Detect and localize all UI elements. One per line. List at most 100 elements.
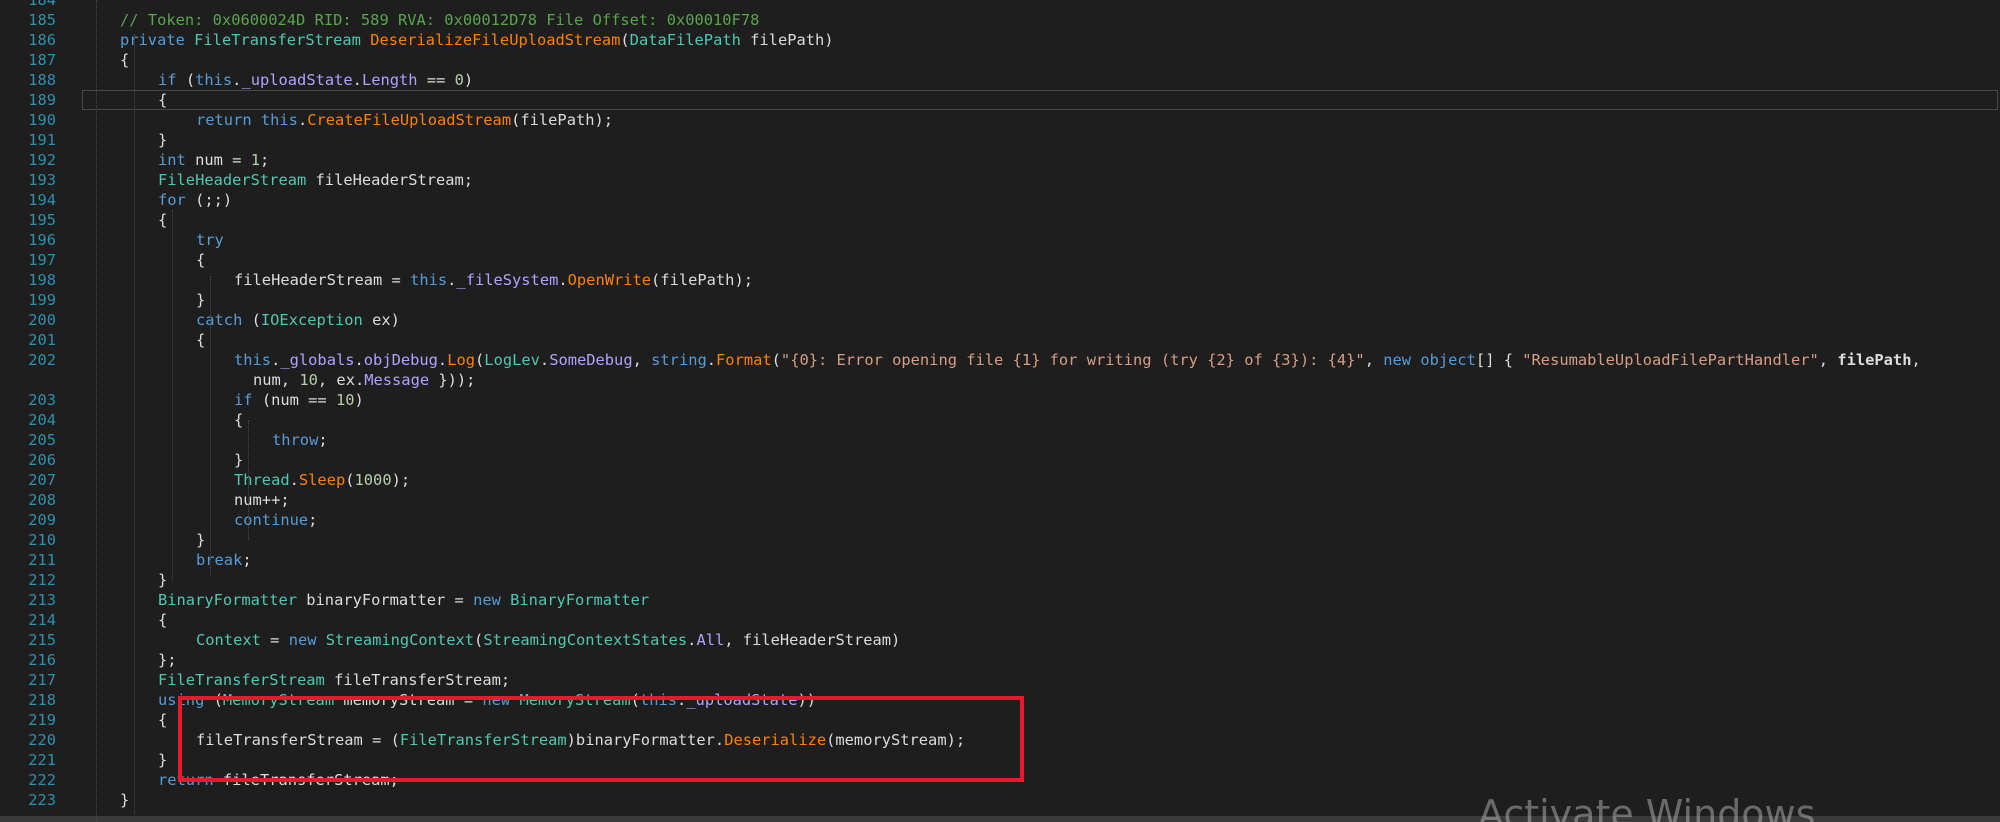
code-token: } bbox=[196, 531, 206, 549]
indent-guide bbox=[134, 34, 135, 814]
code-token: Thread bbox=[234, 471, 290, 489]
code-token: binaryFormatter = bbox=[306, 591, 474, 609]
code-token: for bbox=[158, 191, 196, 209]
code-token: , bbox=[1911, 351, 1921, 369]
line-number: 221 bbox=[28, 751, 56, 769]
code-token: int bbox=[158, 151, 196, 169]
code-token: { bbox=[158, 91, 168, 109]
line-number: 222 bbox=[28, 771, 56, 789]
code-line: { bbox=[234, 410, 243, 430]
code-token: . bbox=[297, 111, 308, 129]
code-token: ) bbox=[463, 71, 474, 89]
code-token: OpenWrite bbox=[567, 271, 652, 289]
line-number: 204 bbox=[28, 411, 56, 429]
code-line: for (;;) bbox=[158, 190, 232, 210]
line-number: 216 bbox=[28, 651, 56, 669]
line-number: 196 bbox=[28, 231, 56, 249]
line-number: 184 bbox=[28, 0, 56, 9]
code-token: fileTransferStream; bbox=[334, 671, 511, 689]
line-number: 199 bbox=[28, 291, 56, 309]
indent-guide bbox=[248, 420, 249, 540]
code-token: // Token: 0x0600024D RID: 589 RVA: 0x000… bbox=[120, 11, 760, 29]
line-number: 188 bbox=[28, 71, 56, 89]
code-line: } bbox=[234, 450, 243, 470]
code-line: } bbox=[196, 530, 205, 550]
code-token: new bbox=[473, 591, 511, 609]
code-token: new bbox=[1383, 351, 1421, 369]
code-token: throw bbox=[272, 431, 319, 449]
code-line: num++; bbox=[234, 490, 290, 510]
code-line: } bbox=[196, 290, 205, 310]
code-line: { bbox=[158, 210, 167, 230]
code-token: ( bbox=[251, 311, 261, 329]
code-token: BinaryFormatter bbox=[510, 591, 650, 609]
code-token: 0 bbox=[454, 71, 464, 89]
code-line: this._globals.objDebug.Log(LogLev.SomeDe… bbox=[234, 350, 1921, 370]
code-token: num++; bbox=[234, 491, 290, 509]
code-token: FileHeaderStream bbox=[158, 171, 316, 189]
code-line: { bbox=[196, 330, 205, 350]
code-token: { bbox=[234, 411, 244, 429]
line-number: 219 bbox=[28, 711, 56, 729]
code-token: objDebug bbox=[363, 351, 438, 369]
code-token: 1 bbox=[250, 151, 260, 169]
code-token: return bbox=[196, 111, 261, 129]
code-token: this bbox=[234, 351, 272, 369]
code-line: FileTransferStream fileTransferStream; bbox=[158, 670, 510, 690]
code-token: Log bbox=[447, 351, 476, 369]
code-token: ex) bbox=[372, 311, 400, 329]
code-line: BinaryFormatter binaryFormatter = new Bi… bbox=[158, 590, 649, 610]
code-line: if (this._uploadState.Length == 0) bbox=[158, 70, 473, 90]
line-number: 223 bbox=[28, 791, 56, 809]
code-token: CreateFileUploadStream bbox=[307, 111, 512, 129]
code-editor[interactable]: 184 185 186 187 188 189 190 191 192 193 194 195 196 1… bbox=[0, 0, 2000, 822]
code-token: DeserializeFileUploadStream bbox=[370, 31, 621, 49]
code-line: num, 10, ex.Message })); bbox=[253, 370, 475, 390]
line-number: 187 bbox=[28, 51, 56, 69]
code-token: catch bbox=[196, 311, 252, 329]
line-number: 211 bbox=[28, 551, 56, 569]
line-number: 197 bbox=[28, 251, 56, 269]
code-token: ( bbox=[771, 351, 781, 369]
code-line: } bbox=[120, 790, 129, 810]
code-token: } bbox=[120, 791, 130, 809]
code-token: (;;) bbox=[195, 191, 233, 209]
code-token: } bbox=[196, 291, 206, 309]
code-token: 10 bbox=[299, 371, 318, 389]
code-token: _fileSystem bbox=[456, 271, 559, 289]
code-token: fileHeaderStream = bbox=[234, 271, 411, 289]
code-token: , fileHeaderStream) bbox=[724, 631, 901, 649]
code-line: fileHeaderStream = this._fileSystem.Open… bbox=[234, 270, 753, 290]
code-token: . bbox=[354, 351, 364, 369]
code-token: FileTransferStream bbox=[158, 671, 335, 689]
line-number: 215 bbox=[28, 631, 56, 649]
code-token: } bbox=[158, 131, 168, 149]
line-number: 200 bbox=[28, 311, 56, 329]
code-token: . bbox=[289, 471, 299, 489]
line-number: 195 bbox=[28, 211, 56, 229]
code-token: Sleep bbox=[298, 471, 346, 489]
line-number: 193 bbox=[28, 171, 56, 189]
line-number: 205 bbox=[28, 431, 56, 449]
code-token: ; bbox=[308, 511, 318, 529]
code-token: . bbox=[558, 271, 568, 289]
line-number: 186 bbox=[28, 31, 56, 49]
code-line: { bbox=[158, 710, 167, 730]
code-token: "{0}: Error opening file {1} for writing… bbox=[780, 351, 1365, 369]
code-token: Length bbox=[361, 71, 418, 89]
code-token: ; bbox=[259, 151, 270, 169]
code-token: { bbox=[120, 51, 130, 69]
code-line: throw; bbox=[272, 430, 328, 450]
code-token: { bbox=[158, 211, 168, 229]
code-line: return this.CreateFileUploadStream(fileP… bbox=[196, 110, 613, 130]
code-line: { bbox=[120, 50, 129, 70]
line-number: 190 bbox=[28, 111, 56, 129]
indent-guide bbox=[210, 276, 211, 576]
indent-guide bbox=[172, 210, 173, 580]
code-token: { bbox=[158, 711, 168, 729]
line-number: 218 bbox=[28, 691, 56, 709]
code-token: LogLev bbox=[484, 351, 540, 369]
code-token: StreamingContextStates bbox=[483, 631, 688, 649]
code-token: IOException bbox=[260, 311, 373, 329]
code-line: } bbox=[158, 750, 167, 770]
